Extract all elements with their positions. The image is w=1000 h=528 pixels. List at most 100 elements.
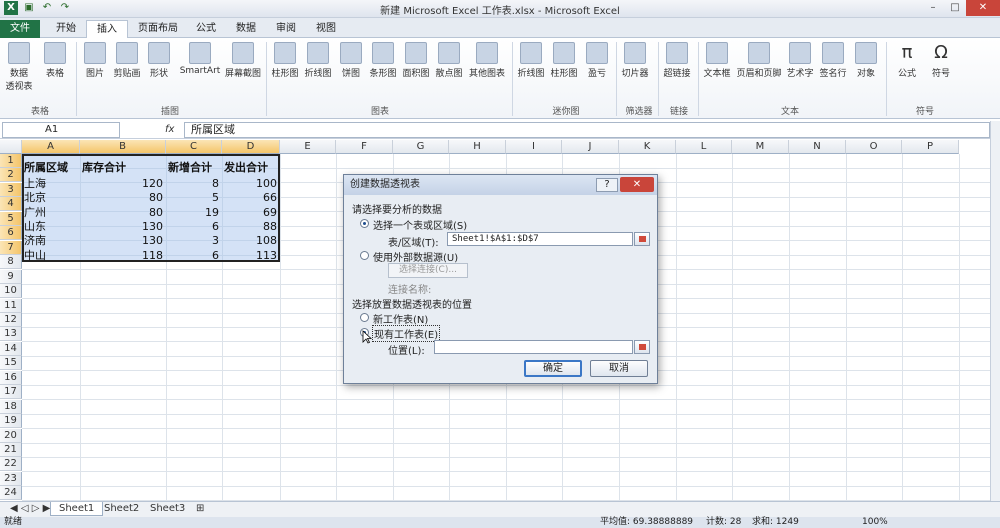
- data-cell[interactable]: 108: [224, 234, 280, 248]
- radio-new-sheet[interactable]: [360, 313, 369, 322]
- radio-external-source[interactable]: [360, 251, 369, 260]
- smartart-button[interactable]: SmartArt: [178, 42, 222, 76]
- row-header[interactable]: 12: [0, 312, 22, 327]
- radio-select-table[interactable]: [360, 219, 369, 228]
- data-cell[interactable]: 中山: [24, 249, 80, 263]
- close-window-button[interactable]: ✕: [966, 0, 1000, 16]
- data-cell[interactable]: 8: [168, 177, 222, 191]
- ok-button[interactable]: 确定: [524, 360, 582, 377]
- row-header[interactable]: 5: [0, 211, 22, 226]
- sparkline-winloss-button[interactable]: 盈亏: [582, 42, 612, 79]
- select-all-corner[interactable]: [0, 140, 22, 154]
- tab-home[interactable]: 开始: [46, 20, 86, 38]
- data-cell[interactable]: 69: [224, 206, 280, 220]
- sparkline-line-button[interactable]: 折线图: [516, 42, 546, 79]
- column-header-b[interactable]: B: [80, 140, 166, 154]
- pie-chart-button[interactable]: 饼图: [336, 42, 366, 79]
- row-header[interactable]: 22: [0, 457, 22, 472]
- range-input[interactable]: Sheet1!$A$1:$D$7: [447, 232, 633, 246]
- radio-external-source-label[interactable]: 使用外部数据源(U): [373, 249, 458, 264]
- data-cell[interactable]: 118: [82, 249, 166, 263]
- tab-insert[interactable]: 插入: [86, 20, 128, 39]
- row-header[interactable]: 3: [0, 182, 22, 197]
- header-footer-button[interactable]: 页眉和页脚: [735, 42, 783, 79]
- data-cell[interactable]: 山东: [24, 220, 80, 234]
- clipart-button[interactable]: 剪贴画: [112, 42, 142, 79]
- column-header-p[interactable]: P: [902, 140, 959, 154]
- sparkline-column-button[interactable]: 柱形图: [549, 42, 579, 79]
- choose-connection-button[interactable]: 选择连接(C)...: [388, 263, 468, 278]
- data-cell[interactable]: 88: [224, 220, 280, 234]
- row-header[interactable]: 20: [0, 428, 22, 443]
- column-header-l[interactable]: L: [676, 140, 732, 154]
- data-cell[interactable]: 130: [82, 220, 166, 234]
- row-header[interactable]: 23: [0, 471, 22, 486]
- column-header-f[interactable]: F: [336, 140, 393, 154]
- column-header-k[interactable]: K: [619, 140, 676, 154]
- header-cell[interactable]: 发出合计: [224, 161, 280, 175]
- column-header-g[interactable]: G: [393, 140, 449, 154]
- header-cell[interactable]: 所属区域: [24, 161, 80, 175]
- area-chart-button[interactable]: 面积图: [401, 42, 431, 79]
- row-header[interactable]: 16: [0, 370, 22, 385]
- row-header[interactable]: 13: [0, 327, 22, 342]
- row-header[interactable]: 9: [0, 269, 22, 284]
- row-header[interactable]: 7: [0, 240, 22, 255]
- data-cell[interactable]: 上海: [24, 177, 80, 191]
- screenshot-button[interactable]: 屏幕截图: [222, 42, 264, 79]
- data-cell[interactable]: 5: [168, 191, 222, 205]
- table-button[interactable]: 表格: [40, 42, 70, 79]
- object-button[interactable]: 对象: [851, 42, 881, 79]
- row-header[interactable]: 4: [0, 197, 22, 212]
- column-header-j[interactable]: J: [562, 140, 619, 154]
- location-collapse-button[interactable]: [634, 340, 650, 354]
- row-header[interactable]: 15: [0, 356, 22, 371]
- minimize-button[interactable]: –: [922, 0, 944, 16]
- row-header[interactable]: 10: [0, 284, 22, 299]
- row-header[interactable]: 24: [0, 486, 22, 501]
- sheet-tab-2[interactable]: Sheet2: [96, 502, 147, 516]
- radio-existing-sheet-label[interactable]: 现有工作表(E): [372, 325, 441, 342]
- data-cell[interactable]: 广州: [24, 206, 80, 220]
- tab-review[interactable]: 审阅: [266, 20, 306, 38]
- data-cell[interactable]: 120: [82, 177, 166, 191]
- column-header-c[interactable]: C: [166, 140, 222, 154]
- shapes-button[interactable]: 形状: [144, 42, 174, 79]
- data-cell[interactable]: 130: [82, 234, 166, 248]
- symbol-button[interactable]: Ω 符号: [926, 42, 956, 79]
- fx-icon[interactable]: fx: [165, 122, 181, 138]
- tab-data[interactable]: 数据: [226, 20, 266, 38]
- line-chart-button[interactable]: 折线图: [303, 42, 333, 79]
- pivot-table-button[interactable]: 数据 透视表: [4, 42, 34, 92]
- tab-formulas[interactable]: 公式: [186, 20, 226, 38]
- column-header-n[interactable]: N: [789, 140, 846, 154]
- tab-page-layout[interactable]: 页面布局: [128, 20, 188, 38]
- row-header[interactable]: 21: [0, 443, 22, 457]
- other-charts-button[interactable]: 其他图表: [467, 42, 507, 79]
- data-cell[interactable]: 66: [224, 191, 280, 205]
- maximize-button[interactable]: □: [944, 0, 966, 16]
- data-cell[interactable]: 80: [82, 191, 166, 205]
- data-cell[interactable]: 北京: [24, 191, 80, 205]
- row-header[interactable]: 8: [0, 255, 22, 270]
- row-header[interactable]: 18: [0, 399, 22, 414]
- data-cell[interactable]: 济南: [24, 234, 80, 248]
- row-header[interactable]: 6: [0, 226, 22, 241]
- picture-button[interactable]: 图片: [80, 42, 110, 79]
- header-cell[interactable]: 库存合计: [82, 161, 166, 175]
- wordart-button[interactable]: 艺术字: [785, 42, 815, 79]
- column-header-i[interactable]: I: [506, 140, 562, 154]
- data-cell[interactable]: 6: [168, 220, 222, 234]
- data-cell[interactable]: 113: [224, 249, 280, 263]
- sheet-tab-3[interactable]: Sheet3: [142, 502, 193, 516]
- name-box[interactable]: A1: [2, 122, 120, 138]
- data-cell[interactable]: 6: [168, 249, 222, 263]
- radio-new-sheet-label[interactable]: 新工作表(N): [373, 311, 428, 326]
- tab-file[interactable]: 文件: [0, 20, 40, 38]
- column-header-o[interactable]: O: [846, 140, 902, 154]
- column-header-h[interactable]: H: [449, 140, 506, 154]
- formula-input[interactable]: 所属区域: [184, 122, 990, 138]
- textbox-button[interactable]: 文本框: [702, 42, 732, 79]
- row-header[interactable]: 1: [0, 154, 22, 168]
- cancel-button[interactable]: 取消: [590, 360, 648, 377]
